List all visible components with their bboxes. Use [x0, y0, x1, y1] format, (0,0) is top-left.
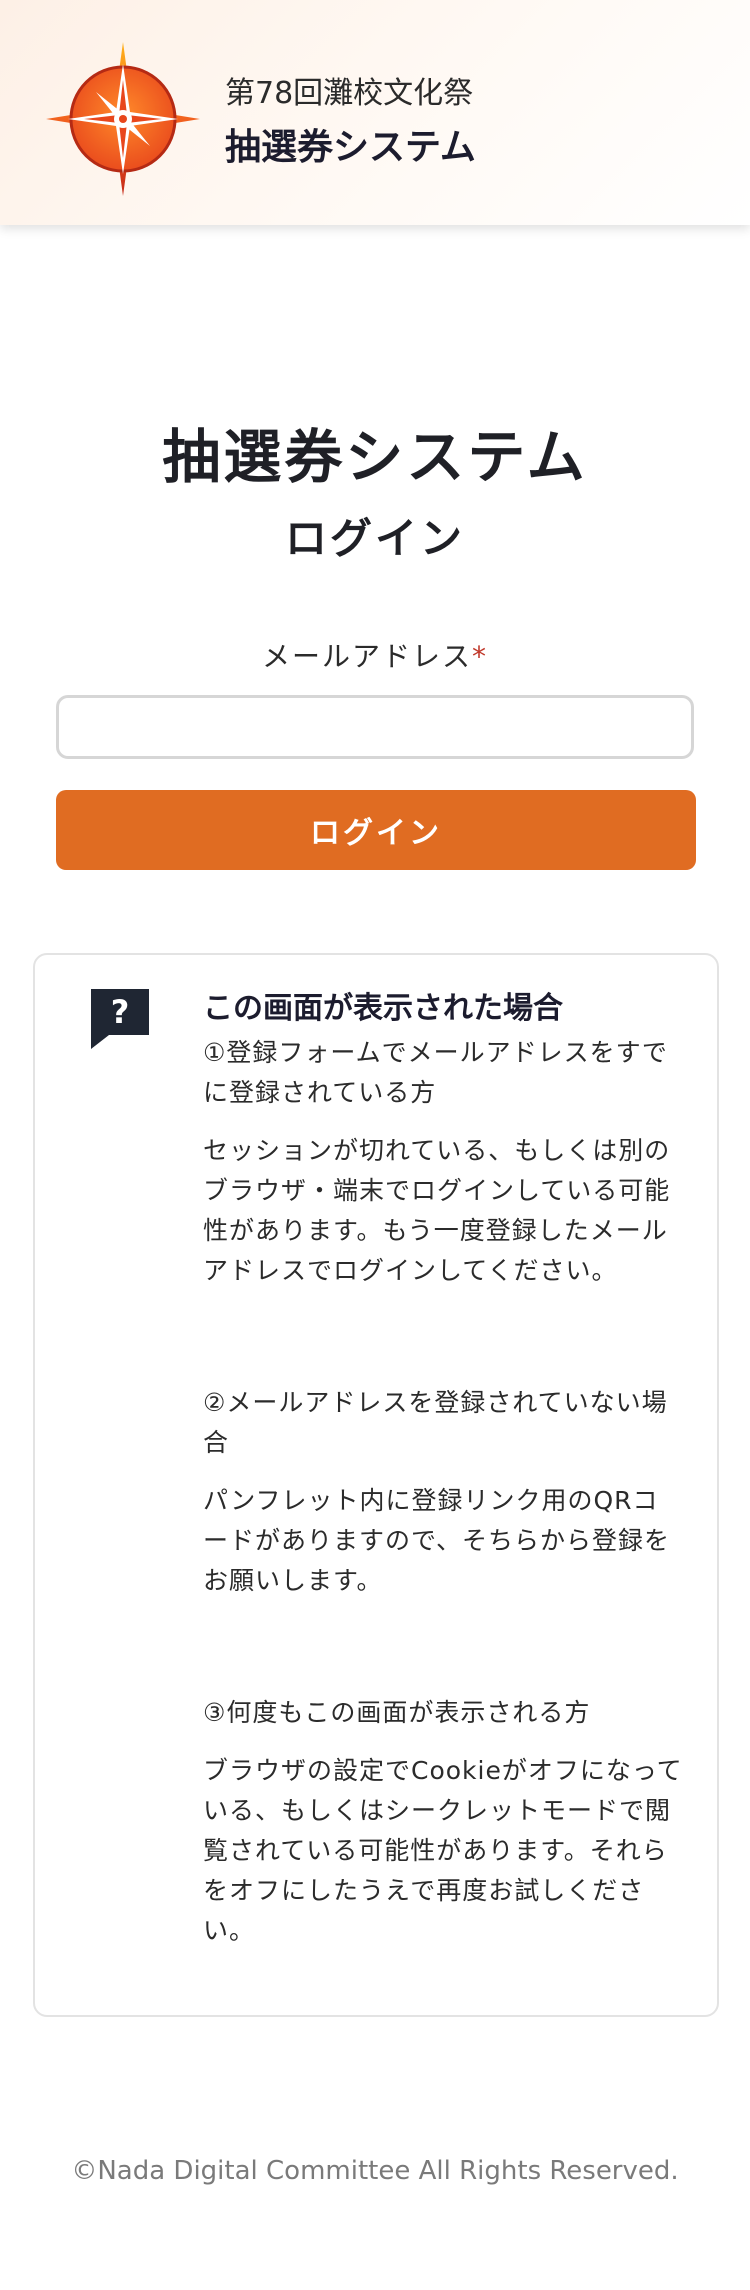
- help-item-heading-1: ①登録フォームでメールアドレスをすでに登録されている方: [203, 1038, 668, 1107]
- compass-star-logo: [46, 42, 200, 196]
- email-label-text: メールアドレス: [261, 640, 472, 673]
- event-name: 第78回灘校文化祭: [225, 76, 474, 111]
- login-button[interactable]: ログイン: [56, 790, 696, 870]
- email-label: メールアドレス*: [0, 635, 750, 675]
- page-title: 抽選券システム: [162, 423, 588, 491]
- help-item-body-1: セッションが切れている、もしくは別のブラウザ・端末でログインしている可能性があり…: [203, 1136, 671, 1285]
- help-card: ? この画面が表示された場合 ①登録フォームでメールアドレスをすでに登録されてい…: [33, 953, 719, 2017]
- question-speech-bubble-icon: ?: [91, 989, 149, 1049]
- help-item-heading-3: ③何度もこの画面が表示される方: [203, 1698, 591, 1727]
- footer-copyright: ©Nada Digital Committee All Rights Reser…: [71, 2156, 679, 2186]
- system-name: 抽選券システム: [225, 127, 476, 168]
- help-item-heading-2: ②メールアドレスを登録されていない場合: [203, 1388, 668, 1457]
- required-mark: *: [472, 640, 488, 673]
- help-item-body-2: パンフレット内に登録リンク用のQRコードがありますので、そちらから登録をお願いし…: [203, 1486, 671, 1595]
- page-subtitle: ログイン: [284, 514, 465, 563]
- help-item-body-3: ブラウザの設定でCookieがオフになっている、もしくはシークレットモードで閲覧…: [203, 1756, 683, 1945]
- help-content: この画面が表示された場合 ①登録フォームでメールアドレスをすでに登録されている方…: [203, 983, 683, 1951]
- help-title: この画面が表示された場合: [203, 991, 563, 1026]
- email-input[interactable]: [56, 695, 694, 759]
- svg-text:?: ?: [111, 993, 130, 1031]
- site-header: 第78回灘校文化祭 抽選券システム: [0, 0, 750, 225]
